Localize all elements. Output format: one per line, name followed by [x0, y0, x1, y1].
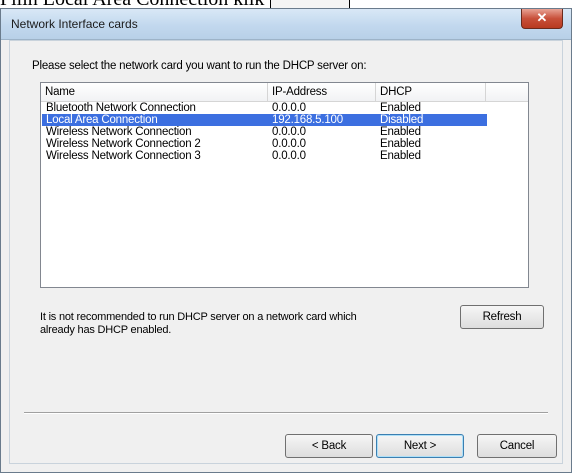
list-header: Name IP-Address DHCP — [41, 83, 528, 102]
row-name: Wireless Network Connection 3 — [46, 150, 201, 162]
column-header-ip-address[interactable]: IP-Address — [268, 83, 376, 101]
document-inline-box — [270, 0, 351, 8]
dhcp-warning-note: It is not recommended to run DHCP server… — [40, 311, 357, 336]
row-ip-address: 0.0.0.0 — [272, 150, 306, 162]
column-header-name[interactable]: Name — [41, 83, 268, 101]
close-icon: ✕ — [536, 10, 548, 25]
next-button[interactable]: Next > — [376, 434, 464, 458]
back-button[interactable]: < Back — [285, 434, 373, 458]
document-text: Pilih Local Area Connection klik — [0, 0, 264, 8]
refresh-button[interactable]: Refresh — [460, 305, 544, 329]
column-header-dhcp[interactable]: DHCP — [376, 83, 486, 101]
list-row[interactable]: Wireless Network Connection 3 0.0.0.0 En… — [42, 150, 487, 162]
button-separator — [24, 412, 548, 414]
title-bar: Network Interface cards ✕ — [1, 9, 571, 40]
document-clipped-text: Pilih Local Area Connection klik — [0, 0, 572, 8]
instruction-text: Please select the network card you want … — [32, 60, 367, 72]
row-dhcp: Enabled — [380, 150, 421, 162]
network-card-list[interactable]: Name IP-Address DHCP Bluetooth Network C… — [40, 82, 529, 288]
window-title: Network Interface cards — [11, 17, 138, 31]
close-button[interactable]: ✕ — [521, 9, 563, 29]
cancel-button[interactable]: Cancel — [477, 434, 557, 458]
